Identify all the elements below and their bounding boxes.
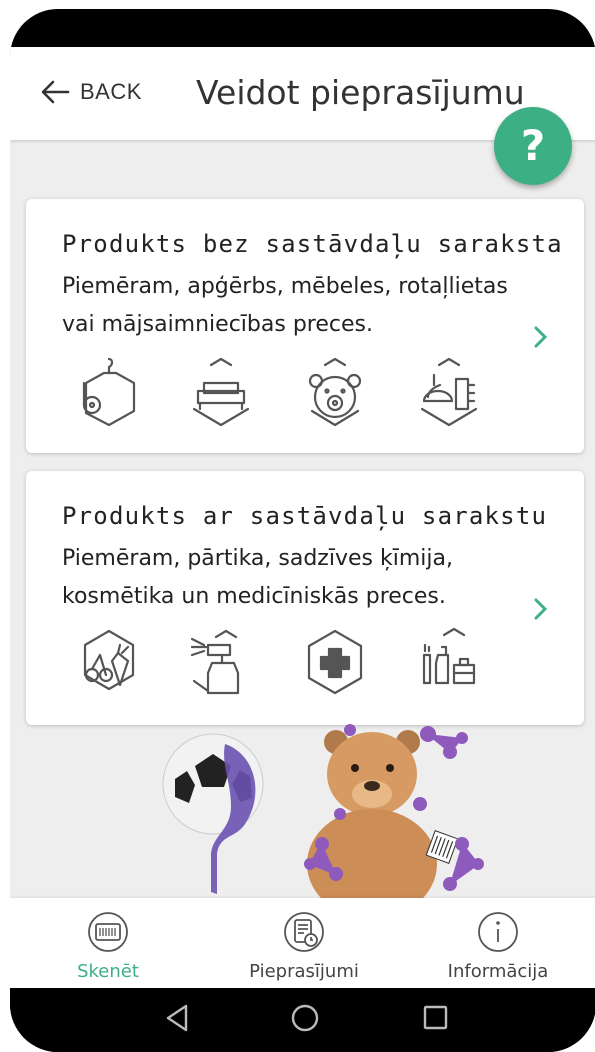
tab-scan[interactable]: Skenēt [10, 898, 206, 988]
teddy-bear-icon [308, 357, 362, 427]
soccer-ball-teddy-illustration [162, 724, 484, 898]
tab-label: Skenēt [77, 961, 139, 982]
arrow-left-icon [41, 80, 70, 104]
info-icon [478, 912, 518, 952]
tab-label: Pieprasījumi [249, 961, 359, 982]
recents-square-icon[interactable] [420, 998, 450, 1038]
tab-information[interactable]: Informācija [400, 898, 595, 988]
card-description: Piemēram, apģērbs, mēbeles, rotaļlietas … [62, 274, 508, 337]
card-title: Produkts bez sastāvdaļu saraksta [62, 230, 563, 258]
decorative-illustration [10, 724, 595, 898]
spray-bottle-icon [190, 629, 240, 695]
medical-cross-icon [307, 629, 363, 695]
category-icons [74, 353, 494, 429]
chevron-right-icon [534, 598, 548, 620]
back-triangle-icon[interactable] [162, 998, 192, 1038]
fruit-vegetable-icon [83, 629, 135, 691]
system-navigation-bar [10, 988, 595, 1052]
card-title: Produkts ar sastāvdaļu sarakstu [62, 502, 548, 530]
category-icons [74, 625, 494, 701]
page-title: Veidot pieprasījumu [196, 73, 525, 112]
clothing-icon [82, 357, 136, 427]
bottom-navigation: Skenēt Pieprasījumi Informācija [10, 898, 595, 988]
tab-label: Informācija [447, 961, 549, 982]
cosmetics-icon [422, 627, 476, 685]
cleaning-icon [420, 357, 478, 427]
chevron-right-icon [534, 326, 548, 348]
tab-requests[interactable]: Pieprasījumi [206, 898, 402, 988]
home-circle-icon[interactable] [288, 998, 322, 1038]
help-button[interactable]: ? [494, 107, 572, 185]
sofa-icon [192, 357, 250, 427]
back-button[interactable]: BACK [40, 79, 142, 105]
card-description: Piemēram, pārtika, sadzīves ķīmija, kosm… [62, 546, 453, 609]
back-label: BACK [80, 79, 142, 104]
requests-icon [284, 912, 324, 952]
card-product-with-ingredients[interactable]: Produkts ar sastāvdaļu sarakstu Piemēram… [26, 471, 584, 725]
phone-frame: BACK Veidot pieprasījumu ? Produkts bez … [10, 9, 595, 1052]
app-screen: BACK Veidot pieprasījumu ? Produkts bez … [10, 47, 595, 988]
barcode-scan-icon [88, 912, 128, 952]
card-product-without-ingredients[interactable]: Produkts bez sastāvdaļu saraksta Piemēra… [26, 199, 584, 453]
